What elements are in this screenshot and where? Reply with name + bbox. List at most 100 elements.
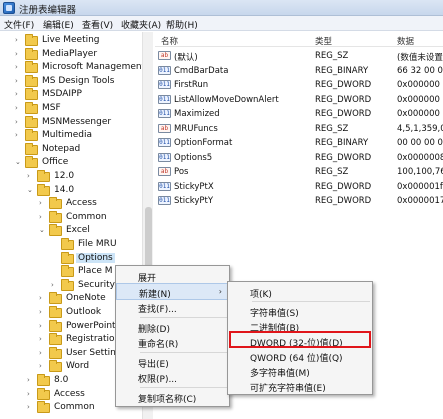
title-bar: 注册表编辑器 [0, 0, 443, 16]
submenu-expandable-string-value[interactable]: 可扩充字符串值(E) [228, 378, 372, 395]
tree-item-label: Registration [66, 334, 121, 345]
expand-arrow-icon[interactable]: › [15, 104, 23, 112]
tree-item-label: Common [54, 402, 95, 413]
column-name[interactable]: 名称 [161, 35, 178, 47]
column-type[interactable]: 类型 [315, 35, 332, 47]
tree-item-label: Word [66, 361, 90, 372]
value-type: REG_SZ [315, 123, 349, 134]
ctx-find[interactable]: 查找(F)... [116, 299, 229, 316]
tree-item-label: MSF [42, 103, 61, 113]
menu-bar: 文件(F) 编辑(E) 查看(V) 收藏夹(A) 帮助(H) [0, 16, 443, 31]
folder-icon [25, 34, 38, 46]
menu-edit[interactable]: 编辑(E) [43, 18, 74, 31]
expand-arrow-icon[interactable]: › [39, 294, 47, 302]
folder-icon [49, 346, 62, 359]
value-row[interactable]: 011 StickyPtY REG_DWORD 0x0000017 [155, 194, 443, 208]
submenu-arrow-icon: › [218, 287, 222, 296]
submenu-key[interactable]: 项(K) [228, 284, 372, 301]
menu-file[interactable]: 文件(F) [4, 18, 34, 31]
tree-item-label: MSDAIPP [42, 89, 82, 100]
ctx-rename[interactable]: 重命名(R) [116, 334, 229, 351]
column-data[interactable]: 数据 [397, 35, 414, 47]
expand-arrow-icon[interactable]: › [39, 362, 47, 370]
folder-icon [37, 387, 50, 400]
value-type: REG_DWORD [315, 181, 372, 192]
window-title: 注册表编辑器 [19, 5, 77, 16]
value-row[interactable]: 011 OptionFormat REG_BINARY 00 00 00 0 [155, 136, 443, 150]
binary-value-icon: 011 [158, 80, 171, 89]
folder-icon [25, 102, 38, 114]
tree-item-label: Place M [78, 266, 113, 277]
ctx-new[interactable]: 新建(N) › [116, 283, 229, 300]
tree-item-label: 8.0 [54, 375, 69, 385]
folder-icon [49, 319, 62, 332]
expand-arrow-icon[interactable]: › [27, 376, 35, 384]
expand-arrow-icon[interactable]: › [39, 199, 47, 207]
expand-arrow-icon[interactable]: ⌄ [27, 186, 35, 194]
submenu-separator [252, 301, 370, 302]
ctx-separator [140, 352, 227, 353]
folder-icon [25, 61, 38, 74]
expand-arrow-icon[interactable]: › [27, 172, 35, 180]
expand-arrow-icon[interactable]: › [39, 213, 47, 221]
tree-item-label: User Setting [66, 347, 122, 358]
expand-arrow-icon[interactable]: › [39, 349, 47, 357]
value-data: 0x000000 [397, 94, 440, 105]
tree-item-label: Excel [66, 225, 90, 236]
value-row[interactable]: 011 Options5 REG_DWORD 0x0000008 [155, 151, 443, 165]
tree-item-label: Outlook [66, 307, 102, 317]
menu-view[interactable]: 查看(V) [82, 18, 113, 31]
folder-icon [25, 156, 38, 169]
ctx-permissions[interactable]: 权限(P)... [116, 369, 229, 386]
value-row[interactable]: ab Pos REG_SZ 100,100,76 [155, 165, 443, 179]
value-row[interactable]: abMRUFuncs REG_SZ 4,5,1,359,0, [155, 122, 443, 136]
value-data: 0x0000008 [397, 152, 443, 163]
value-data: 0x0000017 [397, 196, 443, 206]
folder-icon [49, 333, 62, 346]
value-row[interactable]: 011 StickyPtX REG_DWORD 0x000001f [155, 180, 443, 194]
expand-arrow-icon[interactable]: › [15, 90, 23, 98]
context-menu: 展开 新建(N) › 查找(F)... 删除(D) 重命名(R) 导出(E) 权限… [115, 265, 230, 407]
value-type: REG_DWORD [315, 94, 372, 105]
expand-arrow-icon[interactable]: › [15, 131, 23, 139]
expand-arrow-icon[interactable]: › [27, 403, 35, 411]
expand-arrow-icon[interactable]: › [39, 335, 47, 343]
value-row[interactable]: 011 FirstRun REG_DWORD 0x000000 [155, 78, 443, 92]
value-type: REG_BINARY [315, 65, 369, 76]
menu-help[interactable]: 帮助(H) [166, 18, 198, 31]
value-row[interactable]: 011 ListAllowMoveDownAlert REG_DWORD 0x0000… [155, 93, 443, 107]
tree-item-label: Microsoft Management C [42, 62, 153, 73]
expand-arrow-icon[interactable]: › [51, 281, 59, 289]
folder-icon [61, 265, 74, 278]
tree-item-label: MediaPlayer [42, 48, 98, 59]
tree-item-label: Access [54, 388, 85, 399]
expand-arrow-icon[interactable]: › [15, 36, 23, 44]
value-name: ListAllowMoveDownAlert [174, 94, 279, 105]
expand-arrow-icon[interactable]: ⌄ [15, 158, 23, 166]
folder-icon [25, 88, 38, 101]
expand-arrow-icon[interactable]: › [15, 50, 23, 58]
value-row[interactable]: 011 Maximized REG_DWORD 0x000000 [155, 107, 443, 121]
expand-arrow-icon[interactable]: › [39, 322, 47, 330]
value-row[interactable]: ab (默认) REG_SZ (数值未设置 [155, 49, 443, 63]
expand-arrow-icon[interactable]: › [15, 118, 23, 126]
expand-arrow-icon[interactable]: › [27, 390, 35, 398]
ctx-copy-key-name[interactable]: 复制项名称(C) [116, 389, 229, 406]
expand-arrow-icon[interactable]: › [15, 77, 23, 85]
expand-arrow-icon[interactable]: › [39, 308, 47, 316]
folder-icon [37, 183, 50, 196]
menu-favorites[interactable]: 收藏夹(A) [121, 18, 161, 31]
value-type: REG_SZ [315, 167, 349, 177]
binary-value-icon: 011 [158, 65, 171, 75]
value-row[interactable]: 011 CmdBarData REG_BINARY 66 32 00 0 [155, 64, 443, 78]
value-type: REG_DWORD [315, 196, 372, 206]
folder-icon [25, 47, 38, 60]
value-data: 0x000001f [397, 181, 443, 192]
value-type: REG_SZ [315, 51, 349, 61]
expand-arrow-icon[interactable]: › [15, 63, 23, 71]
tree-item-label: Access [66, 198, 97, 209]
value-type: REG_DWORD [315, 109, 372, 119]
expand-arrow-icon[interactable]: ⌄ [39, 226, 47, 234]
binary-value-icon: 011 [158, 109, 171, 118]
tree-item-label: Live Meeting [42, 35, 100, 45]
